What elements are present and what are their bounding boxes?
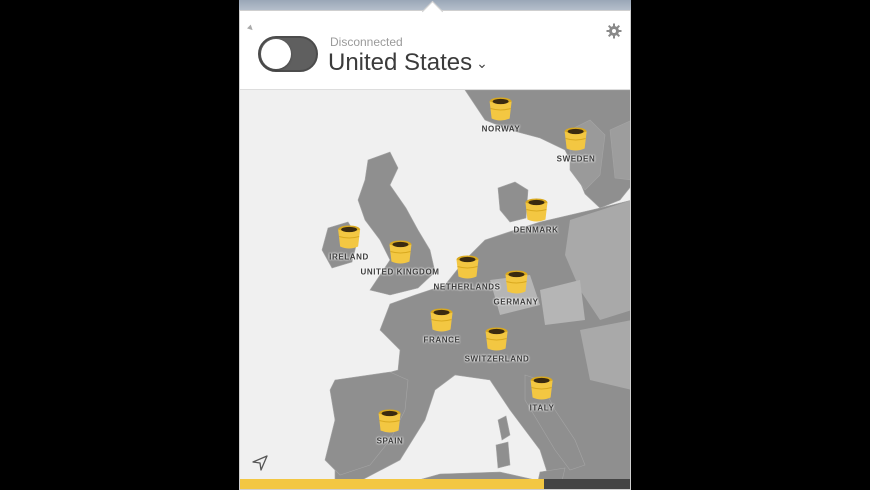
barrel-icon bbox=[531, 376, 553, 400]
barrel-icon bbox=[565, 127, 587, 151]
chevron-down-icon: ⌄ bbox=[476, 55, 488, 71]
popup-header: ▼ Disconnected United States ⌄ bbox=[240, 11, 630, 90]
server-marker-norway[interactable]: NORWAY bbox=[482, 97, 521, 134]
marker-label: DENMARK bbox=[513, 225, 559, 235]
barrel-icon bbox=[505, 270, 527, 294]
bottom-status-fill bbox=[240, 479, 545, 489]
bottom-status-bar bbox=[240, 479, 630, 489]
marker-label: GERMANY bbox=[493, 297, 539, 307]
server-marker-united-kingdom[interactable]: UNITED KINGDOM bbox=[360, 240, 439, 277]
barrel-icon bbox=[489, 97, 512, 121]
marker-label: FRANCE bbox=[423, 335, 461, 345]
barrel-icon bbox=[525, 198, 547, 222]
toggle-knob bbox=[261, 39, 291, 69]
marker-label: NORWAY bbox=[481, 124, 521, 134]
server-marker-switzerland[interactable]: SWITZERLAND bbox=[465, 327, 530, 364]
server-marker-germany[interactable]: GERMANY bbox=[493, 270, 538, 307]
server-marker-netherlands[interactable]: NETHERLANDS bbox=[433, 255, 500, 292]
marker-label: SWEDEN bbox=[556, 154, 596, 164]
marker-label: UNITED KINGDOM bbox=[360, 267, 440, 277]
barrel-icon bbox=[378, 409, 401, 433]
marker-label: ITALY bbox=[529, 403, 555, 413]
server-marker-sweden[interactable]: SWEDEN bbox=[557, 127, 596, 164]
marker-label: SPAIN bbox=[376, 436, 404, 446]
location-arrow-icon[interactable] bbox=[252, 455, 268, 471]
server-marker-france[interactable]: FRANCE bbox=[424, 308, 461, 345]
gear-icon[interactable] bbox=[606, 23, 622, 39]
europe-map[interactable]: NORWAY SWEDEN DENMARK IRELAND UNITED KIN… bbox=[240, 90, 630, 481]
resize-grip-icon[interactable]: ▼ bbox=[244, 21, 257, 34]
barrel-icon bbox=[431, 308, 453, 332]
barrel-icon bbox=[455, 255, 478, 279]
barrel-icon bbox=[485, 327, 508, 351]
barrel-icon bbox=[337, 225, 360, 249]
server-marker-denmark[interactable]: DENMARK bbox=[513, 198, 558, 235]
marker-label: NETHERLANDS bbox=[433, 282, 501, 292]
country-dropdown[interactable]: United States ⌄ bbox=[328, 49, 488, 77]
server-marker-italy[interactable]: ITALY bbox=[530, 376, 555, 413]
selected-country: United States bbox=[328, 49, 473, 76]
marker-label: SWITZERLAND bbox=[464, 354, 530, 364]
connection-toggle[interactable] bbox=[258, 36, 318, 72]
vpn-popup-window: ▼ Disconnected United States ⌄ NORWAY SW… bbox=[239, 10, 631, 490]
barrel-icon bbox=[388, 240, 411, 264]
connection-status: Disconnected bbox=[330, 35, 403, 49]
server-marker-spain[interactable]: SPAIN bbox=[377, 409, 404, 446]
